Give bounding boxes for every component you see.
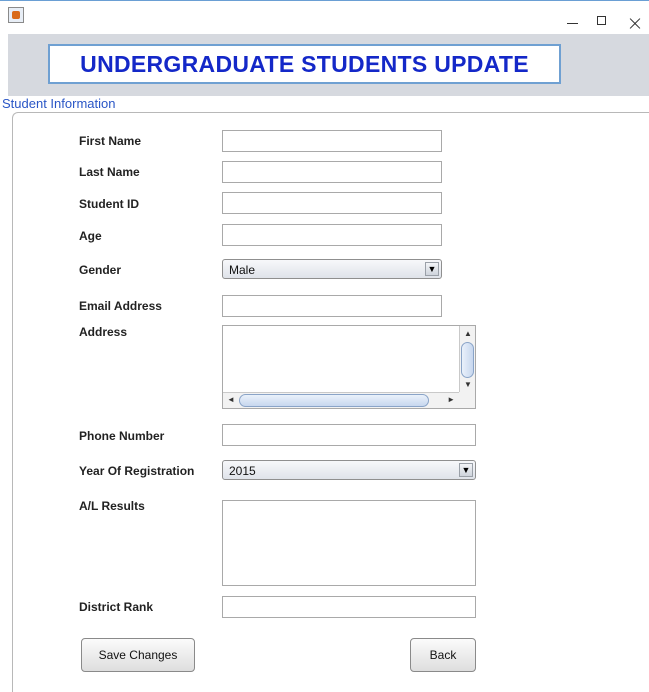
address-horizontal-scroll-thumb[interactable] (239, 394, 429, 407)
address-vertical-scrollbar[interactable]: ▲ ▼ (459, 326, 475, 392)
year-selected-value: 2015 (229, 464, 256, 478)
year-of-registration-label: Year Of Registration (79, 464, 195, 478)
gender-label: Gender (79, 263, 122, 277)
al-results-label: A/L Results (79, 499, 145, 513)
first-name-field[interactable] (222, 130, 442, 152)
chevron-down-icon[interactable]: ▼ (459, 463, 473, 477)
maximize-icon[interactable] (592, 11, 614, 27)
last-name-label: Last Name (79, 165, 140, 179)
district-rank-field[interactable] (222, 596, 476, 618)
address-vertical-scroll-thumb[interactable] (461, 342, 474, 378)
scroll-up-icon[interactable]: ▲ (464, 329, 472, 339)
phone-number-label: Phone Number (79, 429, 165, 443)
scroll-down-icon[interactable]: ▼ (464, 380, 472, 390)
scroll-corner (459, 392, 475, 408)
address-horizontal-scrollbar[interactable]: ◄ ► (223, 392, 459, 408)
back-button[interactable]: Back (410, 638, 476, 672)
page-title: UNDERGRADUATE STUDENTS UPDATE (48, 44, 561, 84)
scroll-left-icon[interactable]: ◄ (227, 395, 235, 405)
address-label: Address (79, 325, 128, 339)
district-rank-label: District Rank (79, 600, 154, 614)
section-label: Student Information (2, 96, 116, 111)
address-textarea[interactable]: ▲ ▼ ◄ ► (222, 325, 476, 409)
save-changes-button[interactable]: Save Changes (81, 638, 195, 672)
scroll-right-icon[interactable]: ► (447, 395, 455, 405)
year-of-registration-select[interactable]: 2015 ▼ (222, 460, 476, 480)
first-name-label: First Name (79, 134, 142, 148)
chevron-down-icon[interactable]: ▼ (425, 262, 439, 276)
age-label: Age (79, 229, 102, 243)
header-panel: UNDERGRADUATE STUDENTS UPDATE (8, 34, 649, 96)
student-id-field[interactable] (222, 192, 442, 214)
window-titlebar (0, 0, 649, 35)
email-label: Email Address (79, 299, 162, 313)
close-icon[interactable] (624, 11, 646, 27)
gender-select[interactable]: Male ▼ (222, 259, 442, 279)
email-field[interactable] (222, 295, 442, 317)
student-id-label: Student ID (79, 197, 139, 211)
minimize-icon[interactable] (562, 11, 584, 27)
last-name-field[interactable] (222, 161, 442, 183)
gender-selected-value: Male (229, 263, 256, 277)
java-coffee-icon (8, 7, 24, 23)
phone-number-field[interactable] (222, 424, 476, 446)
al-results-textarea[interactable] (222, 500, 476, 586)
age-field[interactable] (222, 224, 442, 246)
